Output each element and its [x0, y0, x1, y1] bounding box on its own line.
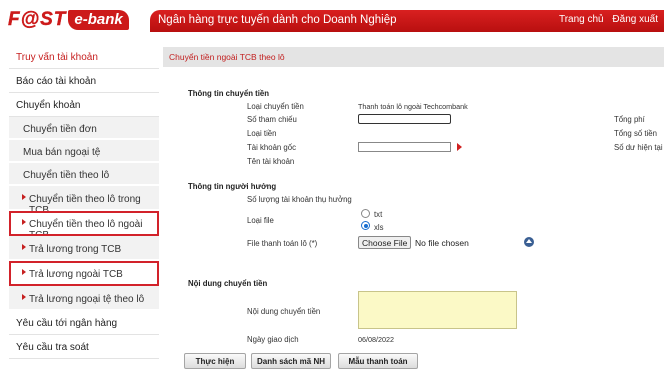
transfer-type-label: Loại chuyển tiền — [247, 102, 304, 111]
sidebar-item-batch-transfer-in-tcb[interactable]: Chuyển tiền theo lô trong TCB — [9, 186, 159, 216]
sidebar-item-fx-trading[interactable]: Mua bán ngoại tệ — [9, 140, 159, 163]
sidebar-item-transfer[interactable]: Chuyển khoản — [9, 93, 159, 117]
transaction-date-value: 06/08/2022 — [358, 335, 394, 344]
header-nav: Trang chủ Đăng xuất — [553, 14, 658, 25]
sidebar-item-single-transfer[interactable]: Chuyển tiền đơn — [9, 117, 159, 140]
bullet-arrow-icon — [22, 294, 26, 300]
sidebar-item-batch-transfer[interactable]: Chuyển tiền theo lô — [9, 163, 159, 186]
execute-button[interactable]: Thực hiện — [184, 353, 246, 369]
transaction-date-label: Ngày giao dịch — [247, 335, 299, 344]
file-type-xls-radio[interactable] — [361, 221, 370, 230]
logo-fast-text: F@ST — [8, 9, 67, 30]
content-label: Nội dung chuyển tiền — [247, 307, 321, 316]
bullet-arrow-icon — [22, 244, 26, 250]
section-transfer-content: Nội dung chuyển tiền — [188, 279, 268, 288]
bank-code-list-button[interactable]: Danh sách mã NH — [251, 353, 331, 369]
beneficiary-count-label: Số lượng tài khoản thụ hưởng — [247, 195, 352, 204]
section-beneficiary-info: Thông tin người hưởng — [188, 182, 277, 191]
page-title: Chuyển tiền ngoài TCB theo lô — [169, 52, 285, 62]
main-content: Chuyển tiền ngoài TCB theo lô Thông tin … — [163, 47, 664, 373]
section-transfer-info: Thông tin chuyển tiền — [188, 89, 269, 98]
file-type-txt-radio[interactable] — [361, 209, 370, 218]
sidebar-item-label: Trả lương ngoài TCB — [29, 269, 123, 280]
upload-icon[interactable] — [524, 237, 534, 247]
sidebar-item-batch-transfer-outside-tcb[interactable]: Chuyển tiền theo lô ngoài TCB — [9, 211, 159, 241]
sidebar-item-payroll-in-tcb[interactable]: Trả lương trong TCB — [9, 236, 159, 261]
transfer-content-textarea[interactable] — [358, 291, 517, 329]
payment-file-label: File thanh toán lô (*) — [247, 239, 318, 248]
total-amount-label: Tổng số tiền — [614, 129, 657, 138]
header-title: Ngân hàng trực tuyến dành cho Doanh Nghi… — [158, 14, 397, 26]
source-account-lookup-icon[interactable] — [457, 143, 462, 151]
sidebar-item-inquiry-request[interactable]: Yêu cầu tra soát — [9, 335, 159, 359]
file-type-label: Loại file — [247, 216, 274, 225]
balance-label: Số dư hiện tại — [614, 143, 663, 152]
transfer-type-value: Thanh toán lô ngoài Techcombank — [358, 102, 468, 111]
source-account-label: Tài khoản gốc — [247, 143, 296, 152]
account-name-label: Tên tài khoản — [247, 157, 295, 166]
fast-ebank-logo[interactable]: F@ST e-bank — [8, 8, 148, 32]
currency-label: Loại tiền — [247, 129, 277, 138]
total-fee-label: Tổng phí — [614, 115, 645, 124]
sidebar-item-fx-payroll-batch[interactable]: Trả lương ngoại tệ theo lô — [9, 286, 159, 311]
header: F@ST e-bank Ngân hàng trực tuyến dành ch… — [0, 0, 664, 36]
sidebar-item-account-inquiry[interactable]: Truy vấn tài khoản — [9, 45, 159, 69]
choose-file-button[interactable]: Choose File — [358, 236, 412, 249]
file-type-txt-label: txt — [374, 210, 383, 219]
sidebar-item-label: Trả lương ngoại tệ theo lô — [29, 294, 145, 305]
sidebar-item-account-report[interactable]: Báo cáo tài khoản — [9, 69, 159, 93]
logo-ebank-text: e-bank — [68, 10, 129, 30]
page-title-bar: Chuyển tiền ngoài TCB theo lô — [163, 47, 664, 67]
no-file-chosen-text: No file chosen — [415, 238, 469, 248]
bullet-arrow-icon — [22, 194, 26, 200]
bullet-arrow-icon — [22, 269, 26, 275]
reference-label: Số tham chiếu — [247, 115, 297, 124]
header-bar: Ngân hàng trực tuyến dành cho Doanh Nghi… — [150, 10, 664, 32]
payment-template-button[interactable]: Mẫu thanh toán — [338, 353, 418, 369]
file-type-xls-label: xls — [374, 223, 384, 232]
sidebar-item-payroll-outside-tcb[interactable]: Trả lương ngoài TCB — [9, 261, 159, 286]
source-account-input[interactable] — [358, 142, 451, 152]
nav-home-link[interactable]: Trang chủ — [559, 14, 604, 25]
sidebar-item-bank-request[interactable]: Yêu cầu tới ngân hàng — [9, 311, 159, 335]
sidebar-item-label: Trả lương trong TCB — [29, 244, 122, 255]
reference-input[interactable] — [358, 114, 451, 124]
bullet-arrow-icon — [22, 219, 26, 225]
sidebar: Truy vấn tài khoản Báo cáo tài khoản Chu… — [9, 45, 159, 359]
nav-logout-link[interactable]: Đăng xuất — [612, 14, 658, 25]
